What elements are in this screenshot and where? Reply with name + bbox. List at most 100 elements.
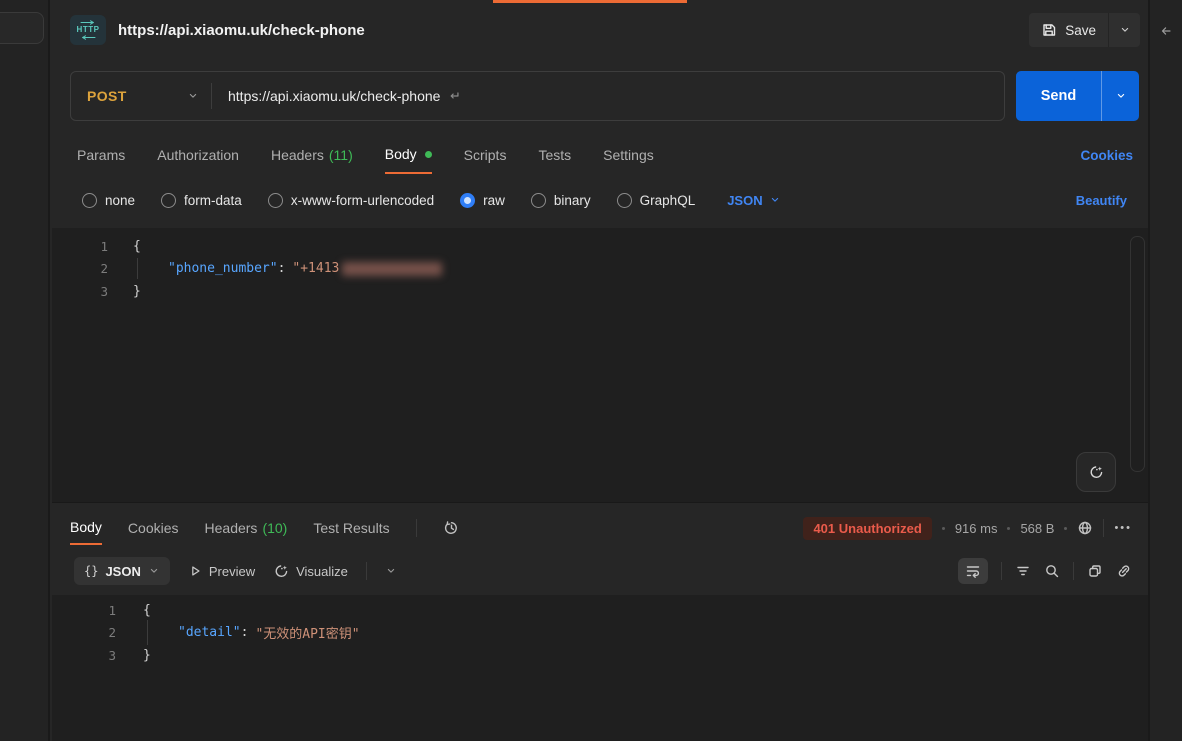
chevron-down-icon[interactable] <box>385 565 397 577</box>
beautify-link[interactable]: Beautify <box>1076 193 1127 208</box>
headers-count: (11) <box>329 147 353 163</box>
tab-scripts[interactable]: Scripts <box>464 136 507 174</box>
url-value: https://api.xiaomu.uk/check-phone <box>228 88 440 104</box>
tab-label: Headers <box>205 520 258 536</box>
wrap-text-button[interactable] <box>958 558 988 584</box>
save-options-button[interactable] <box>1108 13 1140 47</box>
cookies-link[interactable]: Cookies <box>1080 148 1133 163</box>
url-row: POST https://api.xiaomu.uk/check-phone S… <box>70 71 1139 121</box>
braces-icon: {} <box>84 564 98 578</box>
send-button[interactable]: Send <box>1016 71 1101 121</box>
mode-label: GraphQL <box>640 193 696 208</box>
divider <box>366 562 367 580</box>
request-tabs: Params Authorization Headers (11) Body S… <box>77 136 1133 174</box>
radio-selected-icon <box>460 193 475 208</box>
separator-dot <box>1064 527 1067 530</box>
filter-icon[interactable] <box>1015 563 1031 579</box>
editor-scrollbar[interactable] <box>1130 236 1145 472</box>
body-mode-urlencoded[interactable]: x-www-form-urlencoded <box>268 193 434 208</box>
http-badge-label: HTTP <box>77 26 100 34</box>
body-mode-graphql[interactable]: GraphQL <box>617 193 696 208</box>
tab-label: Authorization <box>157 147 239 163</box>
body-mode-raw[interactable]: raw <box>460 193 505 208</box>
redacted-value <box>342 262 442 276</box>
send-options-button[interactable] <box>1101 71 1139 121</box>
body-mode-binary[interactable]: binary <box>531 193 591 208</box>
left-sidebar[interactable] <box>0 0 50 741</box>
response-tab-cookies[interactable]: Cookies <box>128 511 179 545</box>
copy-icon[interactable] <box>1087 563 1103 579</box>
url-bar: POST https://api.xiaomu.uk/check-phone <box>70 71 1005 121</box>
radio-icon <box>617 193 632 208</box>
response-size: 568 B <box>1020 521 1054 536</box>
code-line: 3 } <box>52 644 1148 667</box>
save-icon <box>1041 22 1057 38</box>
response-tab-body[interactable]: Body <box>70 511 102 545</box>
chevron-down-icon <box>1119 24 1131 36</box>
return-key-icon <box>447 89 461 103</box>
body-mode-form-data[interactable]: form-data <box>161 193 242 208</box>
separator-dot <box>942 527 945 530</box>
tab-params[interactable]: Params <box>77 136 125 174</box>
line-number: 3 <box>52 284 108 299</box>
mode-label: x-www-form-urlencoded <box>291 193 434 208</box>
tab-label: Body <box>70 519 102 535</box>
method-selector[interactable]: POST <box>71 88 199 104</box>
response-tab-test-results[interactable]: Test Results <box>313 511 389 545</box>
response-body-editor[interactable]: 1 { 2 "detail":"无效的API密钥" 3 } <box>52 595 1148 741</box>
search-icon[interactable] <box>1044 563 1060 579</box>
tab-authorization[interactable]: Authorization <box>157 136 239 174</box>
active-app-tab-indicator <box>493 0 687 3</box>
mode-label: form-data <box>184 193 242 208</box>
save-button[interactable]: Save <box>1029 13 1108 47</box>
more-options-icon[interactable]: ••• <box>1114 522 1132 534</box>
http-request-icon: HTTP <box>70 15 106 45</box>
body-modified-dot <box>425 151 432 158</box>
tab-body[interactable]: Body <box>385 136 432 174</box>
app-window: HTTP https://api.xiaomu.uk/check-phone S… <box>0 0 1182 741</box>
indent-guide <box>137 258 138 279</box>
link-icon[interactable] <box>1116 563 1132 579</box>
language-selector[interactable]: JSON <box>727 193 780 208</box>
visualize-button[interactable]: Visualize <box>273 563 348 579</box>
tab-tests[interactable]: Tests <box>538 136 571 174</box>
mode-label: binary <box>554 193 591 208</box>
url-input[interactable]: https://api.xiaomu.uk/check-phone <box>212 88 461 104</box>
tab-settings[interactable]: Settings <box>603 136 654 174</box>
indent-guide <box>147 620 148 645</box>
visualize-sparkle-icon <box>273 563 289 579</box>
visualize-label: Visualize <box>296 564 348 579</box>
code-line: 1 { <box>52 599 1148 622</box>
response-tab-headers[interactable]: Headers (10) <box>205 511 288 545</box>
divider <box>1001 562 1002 580</box>
response-toolbar: {} JSON Preview Visualize <box>74 555 1132 587</box>
response-format-selector[interactable]: {} JSON <box>74 557 170 585</box>
play-icon <box>188 564 202 578</box>
postbot-assist-button[interactable] <box>1076 452 1116 492</box>
preview-button[interactable]: Preview <box>188 564 255 579</box>
code-token: { <box>133 239 141 254</box>
request-workspace: HTTP https://api.xiaomu.uk/check-phone S… <box>52 0 1148 741</box>
mode-label: raw <box>483 193 505 208</box>
radio-icon <box>161 193 176 208</box>
response-tabs: Body Cookies Headers (10) Test Results 4… <box>70 511 1132 545</box>
code-token: { <box>143 603 151 618</box>
network-globe-icon[interactable] <box>1077 520 1093 536</box>
format-label: JSON <box>105 564 140 579</box>
sidebar-collapsed-item[interactable] <box>0 12 44 44</box>
response-history-icon[interactable] <box>443 520 459 536</box>
collapse-panel-icon[interactable] <box>1159 24 1173 38</box>
request-body-editor[interactable]: 1 { 2 "phone_number":"+1413 3 } <box>52 228 1148 502</box>
body-mode-none[interactable]: none <box>82 193 135 208</box>
divider <box>1103 519 1104 537</box>
wrap-text-icon <box>965 563 981 579</box>
method-label: POST <box>87 88 127 104</box>
save-split-button: Save <box>1029 13 1140 47</box>
line-number: 1 <box>52 239 108 254</box>
request-title: https://api.xiaomu.uk/check-phone <box>118 22 365 39</box>
line-number: 2 <box>52 261 108 276</box>
preview-label: Preview <box>209 564 255 579</box>
tab-headers[interactable]: Headers (11) <box>271 136 353 174</box>
separator-dot <box>1007 527 1010 530</box>
save-button-label: Save <box>1065 23 1096 38</box>
